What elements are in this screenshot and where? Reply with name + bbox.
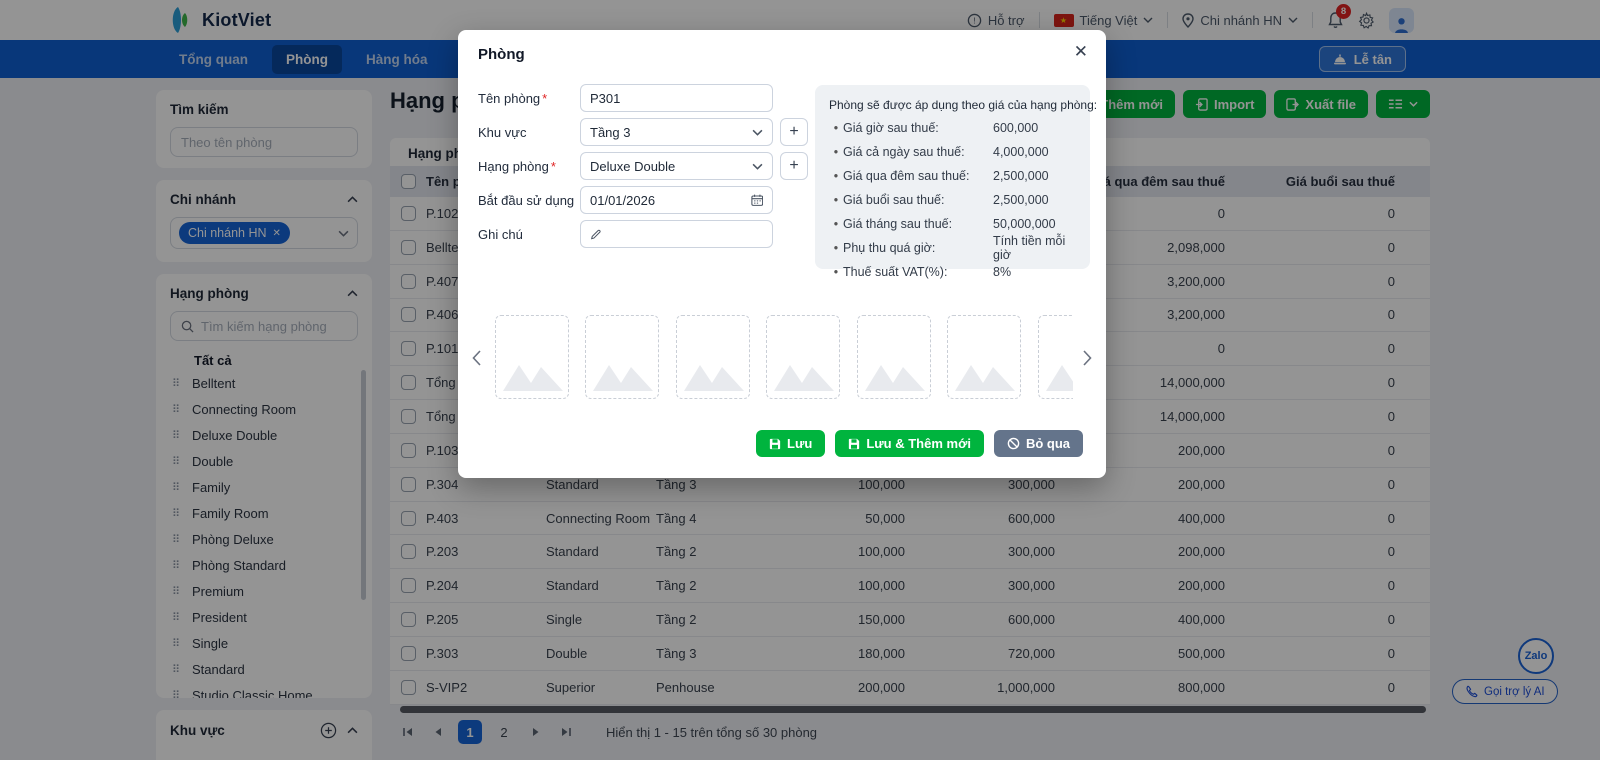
image-placeholder[interactable] [766,315,841,399]
field-label-bat-dau: Bắt đầu sử dụng [478,192,575,208]
note-input[interactable] [607,226,763,242]
field-label-hang-phong: Hạng phòng * [478,158,556,174]
save-icon [769,438,781,449]
pencil-icon [590,229,601,239]
price-value: 8% [993,265,1012,279]
price-label: Giá tháng sau thuế: [843,217,953,231]
image-placeholder[interactable] [495,315,569,399]
chevron-down-icon [752,163,763,170]
calendar-icon[interactable] [750,193,764,207]
price-label: Giá buổi sau thuế: [843,193,945,207]
image-placeholder[interactable] [1037,315,1073,399]
price-value: Tính tiền mỗi giờ [993,234,1066,262]
start-date-input[interactable] [590,192,745,208]
price-value: 2,500,000 [993,169,1049,183]
add-roomtype-button[interactable]: + [780,152,808,180]
price-info-row: • Giá tháng sau thuế: 50,000,000 [829,212,1076,236]
close-icon[interactable]: ✕ [1074,42,1088,62]
room-name-field[interactable] [580,84,773,112]
price-value: 600,000 [993,121,1039,135]
chevron-down-icon [752,129,763,136]
price-label: Phụ thu quá giờ: [843,241,936,255]
price-info-row: • Giá qua đêm sau thuế: 2,500,000 [829,164,1076,188]
field-label-ten-phong: Tên phòng * [478,90,548,106]
price-value: 2,500,000 [993,193,1049,207]
roomtype-select[interactable]: Deluxe Double [580,152,773,180]
price-label: Giá cả ngày sau thuế: [843,145,965,159]
price-info-row: • Thuế suất VAT(%): 8% [829,260,1076,284]
add-area-button[interactable]: + [780,118,808,146]
area-select[interactable]: Tầng 3 [580,118,773,146]
start-date-field[interactable] [580,186,773,214]
image-placeholder[interactable] [585,315,660,399]
price-info-row: • Giá cả ngày sau thuế: 4,000,000 [829,140,1076,164]
price-info-row: • Giá buổi sau thuế: 2,500,000 [829,188,1076,212]
save-and-new-button[interactable]: Lưu & Thêm mới [835,430,984,457]
strip-prev-icon[interactable] [472,350,481,366]
save-button[interactable]: Lưu [756,430,826,457]
price-value: 4,000,000 [993,145,1049,159]
price-label: Thuế suất VAT(%): [843,265,948,279]
image-placeholder[interactable] [947,315,1022,399]
price-label: Giá giờ sau thuế: [843,121,939,135]
note-field[interactable] [580,220,773,248]
price-info-panel: Phòng sẽ được áp dụng theo giá của hạng … [815,85,1098,279]
field-label-khu-vuc: Khu vực [478,124,527,140]
price-info-list: • Giá giờ sau thuế: 600,000 • Giá cả ngà… [829,116,1076,284]
strip-next-icon[interactable] [1083,350,1092,366]
price-info-title: Phòng sẽ được áp dụng theo giá của hạng … [829,98,1098,112]
price-info-row: • Phụ thu quá giờ: Tính tiền mỗi giờ [829,234,1076,262]
price-value: 50,000,000 [993,217,1056,231]
image-upload-strip [495,315,1073,401]
image-placeholder[interactable] [856,315,931,399]
price-info-row: • Giá giờ sau thuế: 600,000 [829,116,1076,140]
save-icon [849,438,860,449]
image-placeholder[interactable] [675,315,750,399]
cancel-icon [1007,437,1020,450]
modal-title: Phòng [478,46,525,63]
app-root: KiotViet ! Hỗ trợ ★ Tiếng Việt Chi nhánh… [0,0,1600,760]
room-modal: Phòng ✕ Tên phòng* Khu vực Tầng 3 + Hạng… [458,30,1106,478]
room-name-input[interactable] [590,90,763,106]
price-label: Giá qua đêm sau thuế: [843,169,970,183]
field-label-ghi-chu: Ghi chú [478,226,523,242]
skip-button[interactable]: Bỏ qua [993,430,1083,457]
